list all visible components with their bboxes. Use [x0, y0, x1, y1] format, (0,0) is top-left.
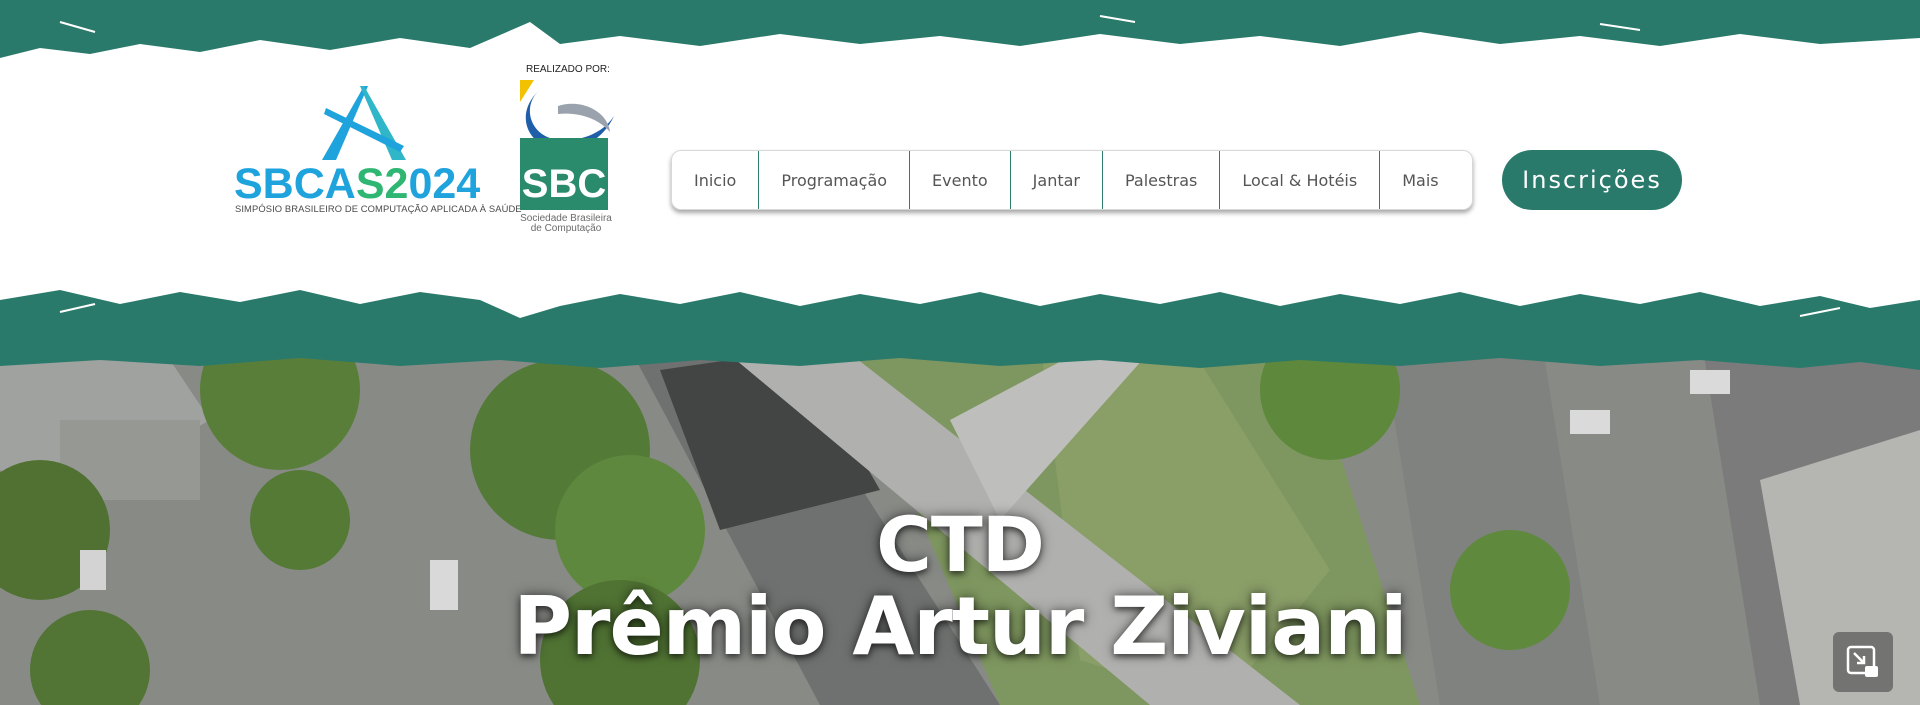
sbc-caption: Sociedade Brasileira de Computação: [520, 213, 612, 234]
nav-item-palestras[interactable]: Palestras: [1103, 151, 1221, 209]
nav-item-evento[interactable]: Evento: [910, 151, 1011, 209]
sbcas-2024-logo[interactable]: SBCAS2024 SIMPÓSIO BRASILEIRO DE COMPUTA…: [234, 86, 522, 216]
hero-title-ctd: CTD: [876, 500, 1045, 589]
nav-item-inicio[interactable]: Inicio: [672, 151, 760, 209]
sbcas-wordmark: SBCAS2024: [234, 160, 481, 208]
realizado-por-label: REALIZADO POR:: [526, 64, 610, 75]
nav-item-jantar[interactable]: Jantar: [1011, 151, 1103, 209]
nav-item-programacao[interactable]: Programação: [759, 151, 911, 209]
sbcas-subtitle: SIMPÓSIO BRASILEIRO DE COMPUTAÇÃO APLICA…: [235, 203, 522, 214]
sbc-logo[interactable]: REALIZADO POR: SBC Sociedade Brasileira …: [516, 62, 622, 238]
sbcas-emblem-icon: [322, 86, 406, 160]
inscricoes-button[interactable]: Inscrições: [1502, 150, 1682, 210]
main-navigation: Inicio Programação Evento Jantar Palestr…: [671, 150, 1473, 210]
expand-icon: [1846, 645, 1878, 677]
nav-item-local-hoteis[interactable]: Local & Hotéis: [1220, 151, 1381, 209]
hero-title-premio: Prêmio Artur Ziviani: [513, 580, 1407, 673]
expand-video-button[interactable]: [1833, 632, 1893, 692]
sbc-letters: SBC: [522, 162, 606, 206]
nav-item-mais[interactable]: Mais: [1380, 151, 1472, 209]
sbc-emblem-icon: SBC: [520, 80, 614, 210]
